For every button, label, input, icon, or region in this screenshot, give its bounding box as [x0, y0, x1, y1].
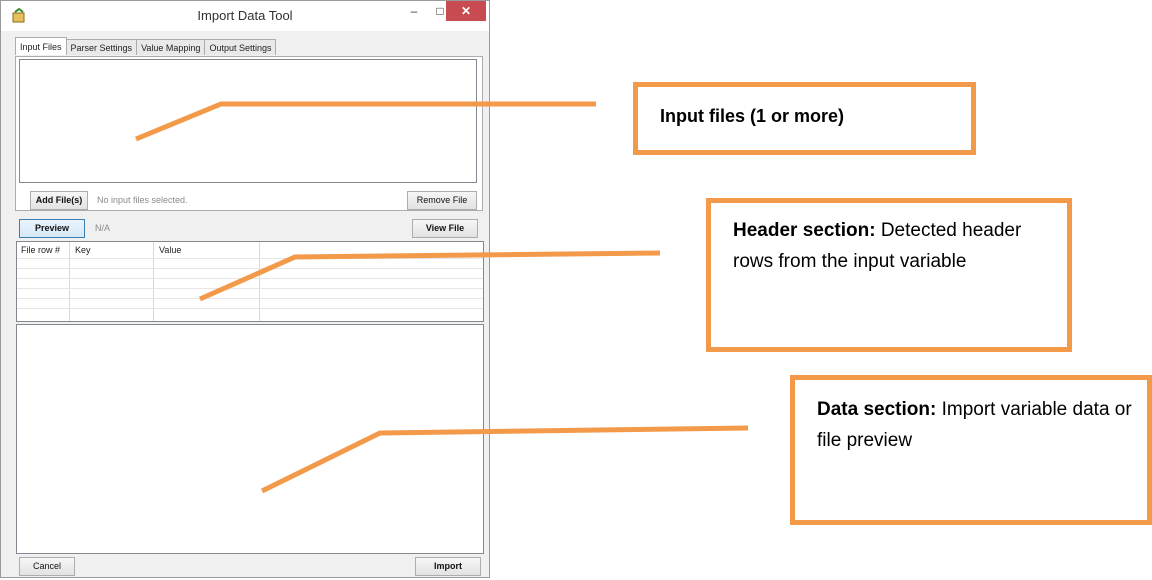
input-files-connector: [135, 101, 596, 142]
data-callout-title: Data section:: [817, 399, 937, 420]
header-section-connector: [198, 250, 661, 302]
header-callout-title: Header section:: [733, 220, 876, 241]
input-files-callout-text: Input files (1 or more): [660, 106, 845, 126]
header-section-callout: Header section: Detected header rows fro…: [706, 198, 1072, 352]
data-section-connector: [260, 425, 749, 494]
input-files-callout: Input files (1 or more): [633, 82, 976, 155]
data-section-callout: Data section: Import variable data or fi…: [790, 375, 1152, 525]
